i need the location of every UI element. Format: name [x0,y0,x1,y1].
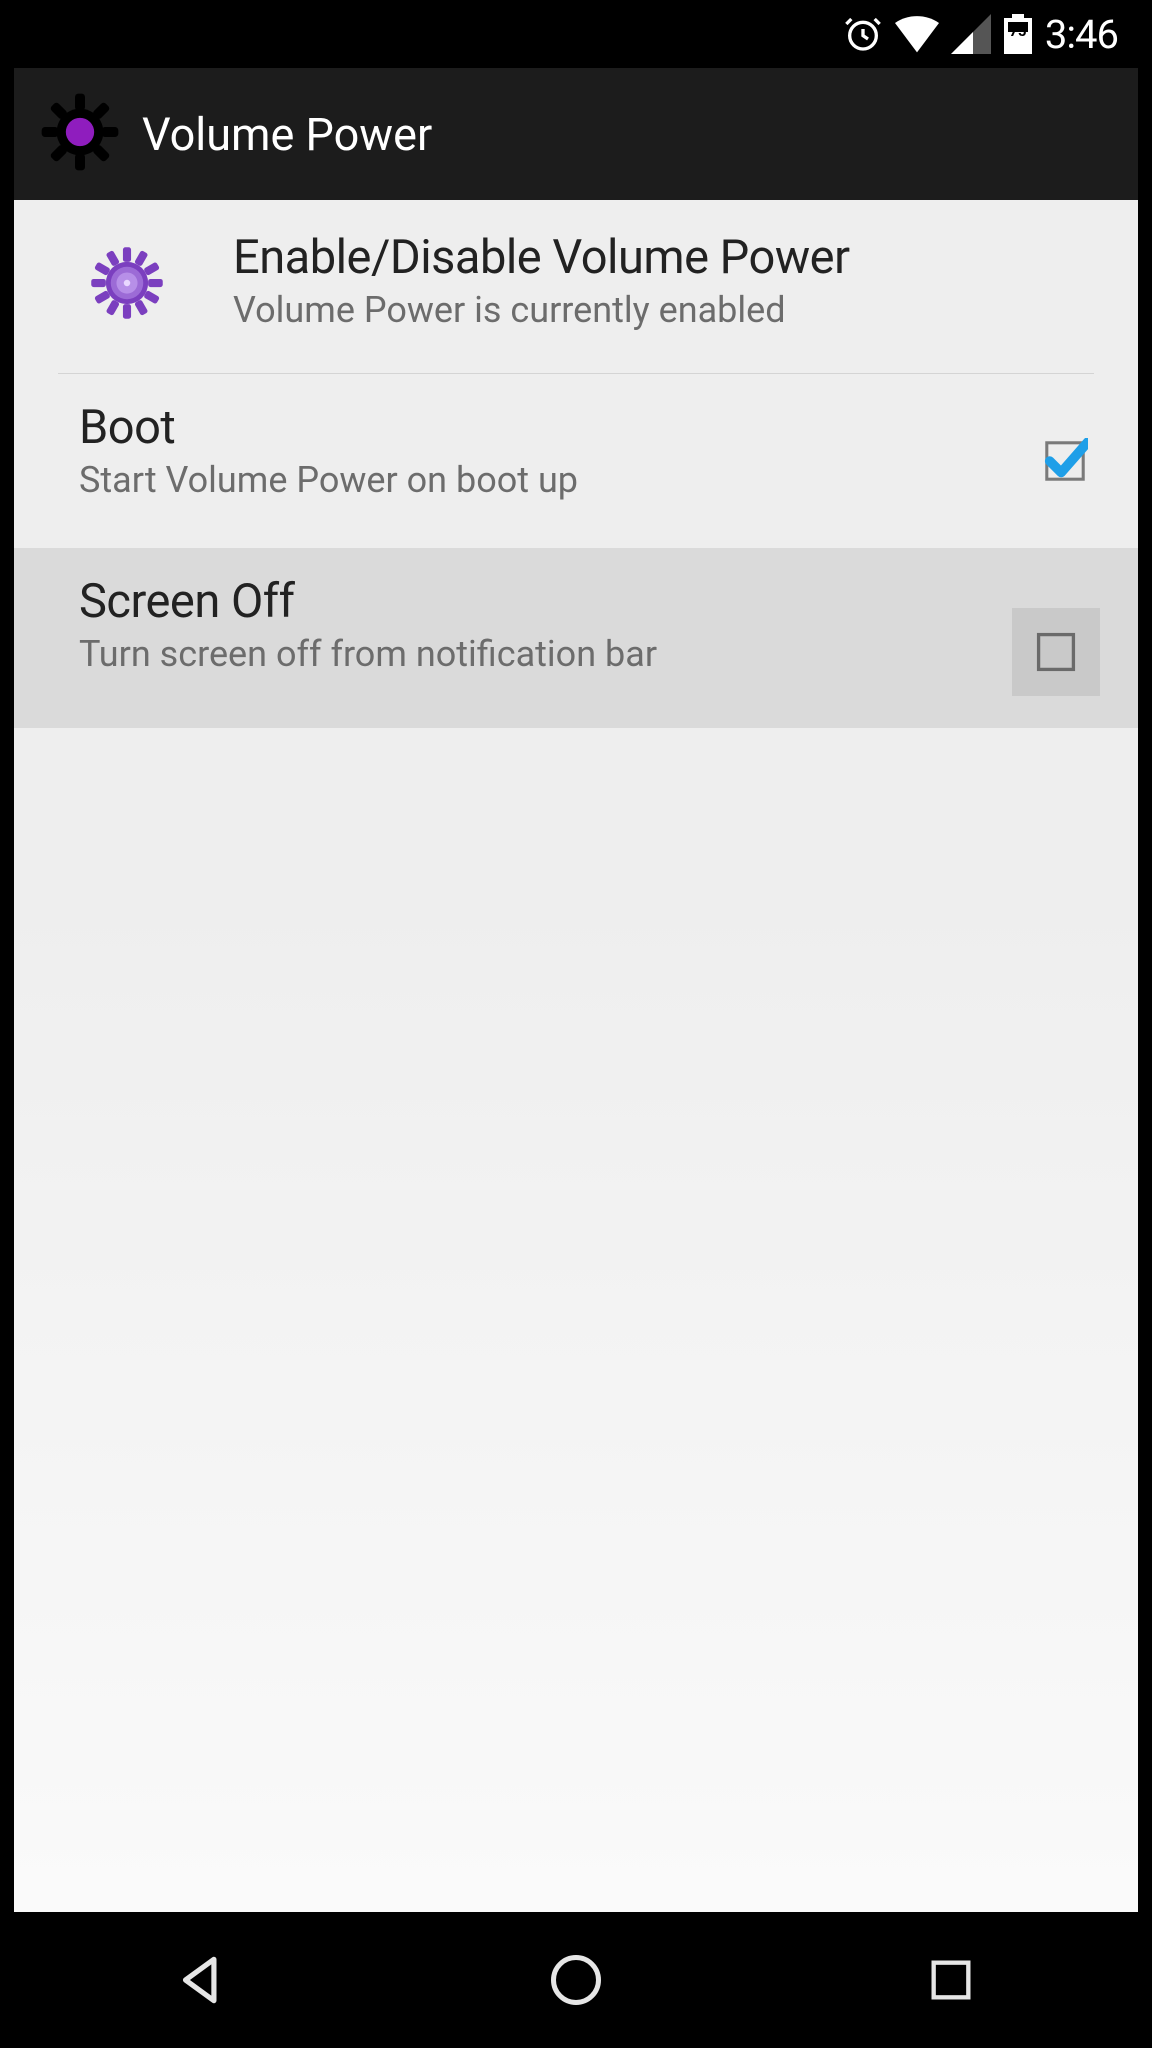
action-bar: Volume Power [14,68,1138,200]
nav-home-button[interactable] [389,1912,764,2048]
recents-icon [925,1954,977,2006]
battery-icon: 75 [1003,14,1033,54]
checkbox-unchecked-icon[interactable] [1012,608,1100,696]
gear-purple-icon [88,244,166,326]
settings-list: Enable/Disable Volume Power Volume Power… [14,200,1138,1912]
alarm-icon [843,14,883,54]
pref-title: Boot [79,400,578,455]
home-icon [546,1950,606,2010]
checkbox-checked-icon[interactable] [1042,438,1088,488]
nav-back-button[interactable] [14,1912,389,2048]
status-clock: 3:46 [1045,11,1118,58]
pref-screen-off[interactable]: Screen Off Turn screen off from notifica… [14,548,1138,728]
pref-subtitle: Start Volume Power on boot up [79,459,578,501]
pref-title: Enable/Disable Volume Power [233,230,850,285]
battery-level: 75 [1003,22,1033,40]
pref-subtitle: Turn screen off from notification bar [79,633,657,675]
action-bar-title: Volume Power [142,108,432,161]
status-bar: 75 3:46 [14,0,1138,68]
pref-boot[interactable]: Boot Start Volume Power on boot up [14,374,1138,548]
app-gear-icon [40,92,120,176]
back-icon [170,1949,232,2011]
navigation-bar [14,1912,1138,2048]
nav-recents-button[interactable] [763,1912,1138,2048]
pref-title: Screen Off [79,574,657,629]
wifi-icon [895,14,939,54]
pref-enable-disable[interactable]: Enable/Disable Volume Power Volume Power… [14,200,1138,373]
cell-signal-icon [951,14,991,54]
pref-subtitle: Volume Power is currently enabled [233,289,850,331]
